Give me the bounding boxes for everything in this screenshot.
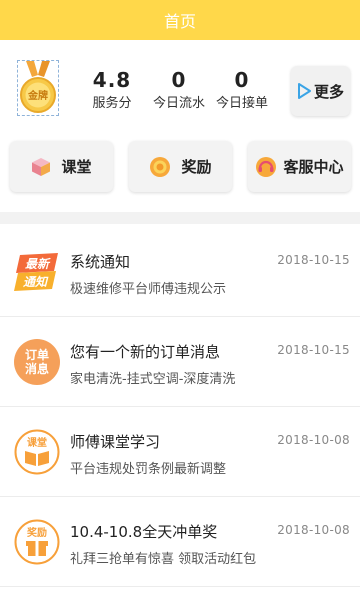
reward-button[interactable]: 奖励 — [129, 141, 232, 192]
reward-gift-icon: 奖励 — [14, 519, 60, 565]
reward-button-label: 奖励 — [181, 158, 212, 176]
headset-icon — [256, 156, 277, 177]
medal-label: 金牌 — [27, 89, 48, 102]
new-notice-icon: 最新 通知 — [14, 249, 60, 295]
message-title: 10.4-10.8全天冲单奖 — [70, 523, 218, 541]
classroom-button-label: 课堂 — [61, 158, 92, 176]
message-item-order[interactable]: 订单 消息 您有一个新的订单消息 家电清洗-挂式空调-深度清洗 2018-10-… — [0, 317, 360, 407]
message-title: 师傅课堂学习 — [70, 433, 161, 451]
classroom-button[interactable]: 课堂 — [10, 141, 113, 192]
today-orders-label: 今日接单 — [215, 96, 268, 111]
message-item-system-notice[interactable]: 最新 通知 系统通知 极速维修平台师傅违规公示 2018-10-15 — [0, 227, 360, 317]
message-subtitle: 极速维修平台师傅违规公示 — [70, 282, 227, 297]
notice-icon-text-top: 最新 — [25, 257, 51, 271]
more-button-label: 更多 — [313, 82, 344, 101]
customer-service-button-label: 客服中心 — [283, 158, 344, 176]
page-title: 首页 — [163, 12, 196, 31]
top-bar: 首页 — [0, 0, 360, 40]
section-divider — [0, 212, 360, 224]
message-subtitle: 家电清洗-挂式空调-深度清洗 — [70, 372, 236, 387]
today-orders-stat: 0 今日接单 — [202, 68, 282, 113]
more-button[interactable]: 更多 — [291, 66, 350, 116]
message-subtitle: 礼拜三抢单有惊喜 领取活动红包 — [70, 552, 257, 567]
message-item-reward[interactable]: 奖励 10.4-10.8全天冲单奖 礼拜三抢单有惊喜 领取活动红包 2018-1… — [0, 497, 360, 587]
customer-service-button[interactable]: 客服中心 — [248, 141, 351, 192]
message-date: 2018-10-15 — [277, 253, 350, 267]
classroom-icon: 课堂 — [14, 429, 60, 475]
play-icon — [297, 83, 311, 99]
today-orders-value: 0 — [234, 68, 250, 92]
message-date: 2018-10-08 — [277, 523, 350, 537]
coin-icon — [150, 156, 171, 177]
reward-icon-text: 奖励 — [27, 526, 47, 539]
notice-icon-text-bottom: 通知 — [23, 275, 49, 289]
message-title: 您有一个新的订单消息 — [70, 343, 221, 361]
cube-icon — [32, 157, 51, 176]
message-subtitle: 平台违规处罚条例最新调整 — [70, 462, 227, 477]
message-date: 2018-10-15 — [277, 343, 350, 357]
classroom-icon-text: 课堂 — [27, 436, 47, 449]
message-item-classroom[interactable]: 课堂 师傅课堂学习 平台违规处罚条例最新调整 2018-10-08 — [0, 407, 360, 497]
order-icon-text-top: 订单 — [24, 348, 49, 362]
order-message-icon: 订单 消息 — [14, 339, 60, 385]
gold-medal-icon: 金牌 — [17, 60, 59, 116]
message-title: 系统通知 — [70, 253, 131, 271]
order-icon-text-bottom: 消息 — [24, 362, 49, 376]
message-date: 2018-10-08 — [277, 433, 350, 447]
